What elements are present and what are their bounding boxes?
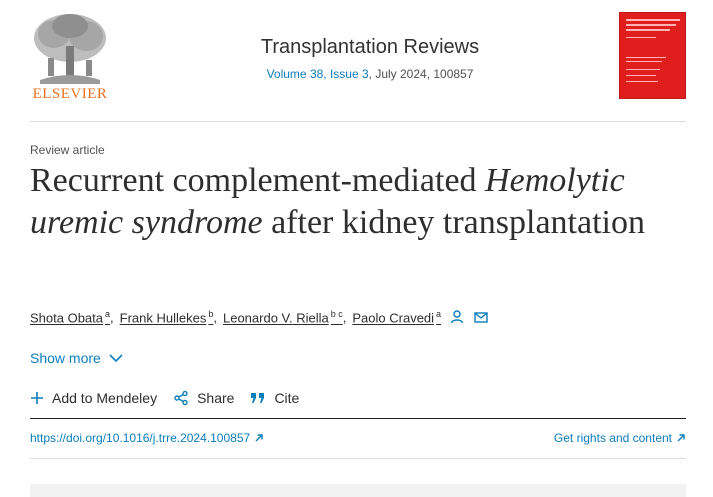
show-more-label: Show more (30, 350, 101, 366)
author-list: Shota Obata a, Frank Hullekes b, Leonardo … (30, 309, 489, 325)
add-to-mendeley-button[interactable]: Add to Mendeley (30, 390, 157, 406)
cite-label: Cite (274, 390, 300, 406)
journal-title-link[interactable]: Transplantation Reviews (150, 36, 590, 59)
journal-info: Transplantation Reviews Volume 38, Issue… (150, 36, 590, 81)
header-divider (30, 121, 686, 122)
cite-button[interactable]: Cite (250, 390, 299, 406)
elsevier-tree-icon (34, 14, 106, 84)
author-link[interactable]: Shota Obata a (30, 309, 110, 325)
elsevier-logo[interactable]: ELSEVIER (30, 10, 110, 102)
doi-row: https://doi.org/10.1016/j.trre.2024.1008… (30, 431, 686, 445)
article-header: ELSEVIER Transplantation Reviews Volume … (30, 10, 686, 106)
issue-line: Volume 38, Issue 3, July 2024, 100857 (150, 67, 590, 81)
article-title: Recurrent complement-mediated Hemolytic … (30, 162, 645, 241)
author-link[interactable]: Leonardo V. Riella b c (223, 309, 343, 325)
share-label: Share (197, 390, 235, 406)
share-button[interactable]: Share (173, 390, 234, 406)
abstract-panel-top (30, 484, 686, 497)
quote-icon (251, 393, 265, 403)
rights-link[interactable]: Get rights and content (554, 431, 686, 445)
issue-date: , July 2024, 100857 (368, 67, 474, 81)
envelope-icon[interactable] (473, 309, 489, 325)
share-icon (174, 390, 188, 406)
volume-issue-link[interactable]: Volume 38, Issue 3 (267, 67, 369, 81)
actions-divider (30, 418, 686, 419)
plus-icon (31, 392, 43, 404)
journal-cover-thumbnail[interactable] (619, 12, 686, 99)
author-link[interactable]: Frank Hullekes b (120, 309, 214, 325)
article-actions: Add to Mendeley Share Cite (30, 390, 315, 406)
add-to-mendeley-label: Add to Mendeley (52, 390, 158, 406)
external-link-icon (677, 434, 685, 442)
show-more-button[interactable]: Show more (30, 350, 123, 366)
doi-divider (30, 458, 686, 459)
author-link[interactable]: Paolo Cravedi a (352, 309, 441, 325)
article-type: Review article (30, 143, 105, 157)
external-link-icon (255, 434, 263, 442)
publisher-name: ELSEVIER (32, 86, 108, 102)
person-icon[interactable] (449, 309, 465, 325)
doi-link[interactable]: https://doi.org/10.1016/j.trre.2024.1008… (30, 431, 264, 445)
chevron-down-icon (109, 353, 123, 362)
